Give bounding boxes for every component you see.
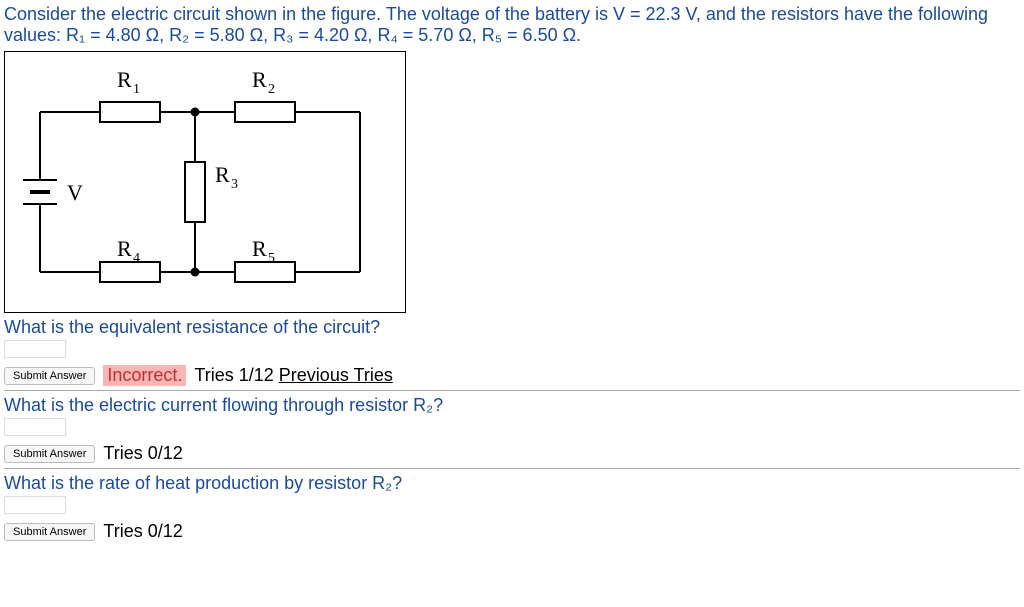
- tries-2: Tries 0/12: [103, 443, 182, 464]
- svg-text:2: 2: [268, 82, 275, 97]
- submit-button-1[interactable]: Submit Answer: [4, 367, 95, 385]
- svg-text:R: R: [252, 67, 267, 92]
- answer-input-3[interactable]: [4, 496, 66, 514]
- answer-input-row-3: [4, 496, 1020, 519]
- svg-text:R: R: [117, 67, 132, 92]
- feedback-row-3: Submit Answer Tries 0/12: [4, 519, 1020, 546]
- problem-statement: Consider the electric circuit shown in t…: [4, 4, 1020, 45]
- svg-text:3: 3: [231, 177, 238, 192]
- feedback-row-2: Submit Answer Tries 0/12: [4, 441, 1020, 469]
- svg-text:4: 4: [133, 251, 140, 266]
- status-incorrect: Incorrect.: [103, 365, 186, 386]
- svg-text:5: 5: [268, 251, 275, 266]
- svg-text:1: 1: [133, 82, 140, 97]
- circuit-diagram: V R 3 R 1 R 2 R 4 R 5: [4, 51, 406, 313]
- submit-button-3[interactable]: Submit Answer: [4, 523, 95, 541]
- submit-button-2[interactable]: Submit Answer: [4, 445, 95, 463]
- svg-text:R: R: [252, 236, 267, 261]
- feedback-row-1: Submit Answer Incorrect. Tries 1/12 Prev…: [4, 363, 1020, 391]
- question-1: What is the equivalent resistance of the…: [4, 317, 1020, 338]
- answer-input-1[interactable]: [4, 340, 66, 358]
- tries-3: Tries 0/12: [103, 521, 182, 542]
- tries-1: Tries 1/12 Previous Tries: [194, 365, 392, 386]
- answer-input-row-2: [4, 418, 1020, 441]
- svg-text:V: V: [67, 180, 83, 205]
- question-3: What is the rate of heat production by r…: [4, 473, 1020, 494]
- svg-text:R: R: [215, 162, 230, 187]
- answer-input-row-1: [4, 340, 1020, 363]
- svg-text:R: R: [117, 236, 132, 261]
- answer-input-2[interactable]: [4, 418, 66, 436]
- previous-tries-link[interactable]: Previous Tries: [279, 365, 393, 385]
- question-2: What is the electric current flowing thr…: [4, 395, 1020, 416]
